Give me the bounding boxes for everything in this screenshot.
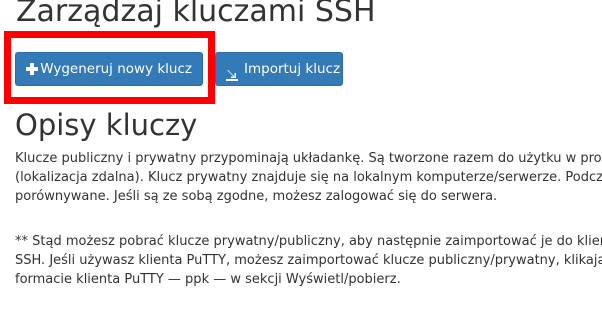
paragraph-line: ** Stąd możesz pobrać klucze prywatny/pu…: [15, 234, 602, 249]
generate-key-label: Wygeneruj nowy klucz: [40, 61, 192, 77]
paragraph-line: Klucze publiczny i prywatny przypominają…: [15, 151, 602, 166]
plus-icon: [25, 62, 39, 76]
description-paragraph-1: Klucze publiczny i prywatny przypominają…: [15, 149, 602, 206]
paragraph-line: porównywane. Jeśli są ze sobą zgodne, mo…: [15, 189, 498, 204]
import-key-button[interactable]: Importuj klucz: [215, 52, 343, 86]
import-key-label: Importuj klucz: [244, 61, 341, 77]
paragraph-line: SSH. Jeśli używasz klienta PuTTY, możesz…: [15, 253, 602, 268]
section-title: Opisy kluczy: [15, 108, 198, 142]
paragraph-line: formacie klienta PuTTY — ppk — w sekcji …: [15, 272, 401, 287]
page-title: Zarządzaj kluczami SSH: [16, 0, 376, 29]
import-icon: [225, 62, 239, 81]
generate-key-button[interactable]: Wygeneruj nowy klucz: [15, 52, 203, 86]
paragraph-line: (lokalizacja zdalna). Klucz prywatny zna…: [15, 170, 602, 185]
description-paragraph-2: ** Stąd możesz pobrać klucze prywatny/pu…: [15, 232, 602, 289]
